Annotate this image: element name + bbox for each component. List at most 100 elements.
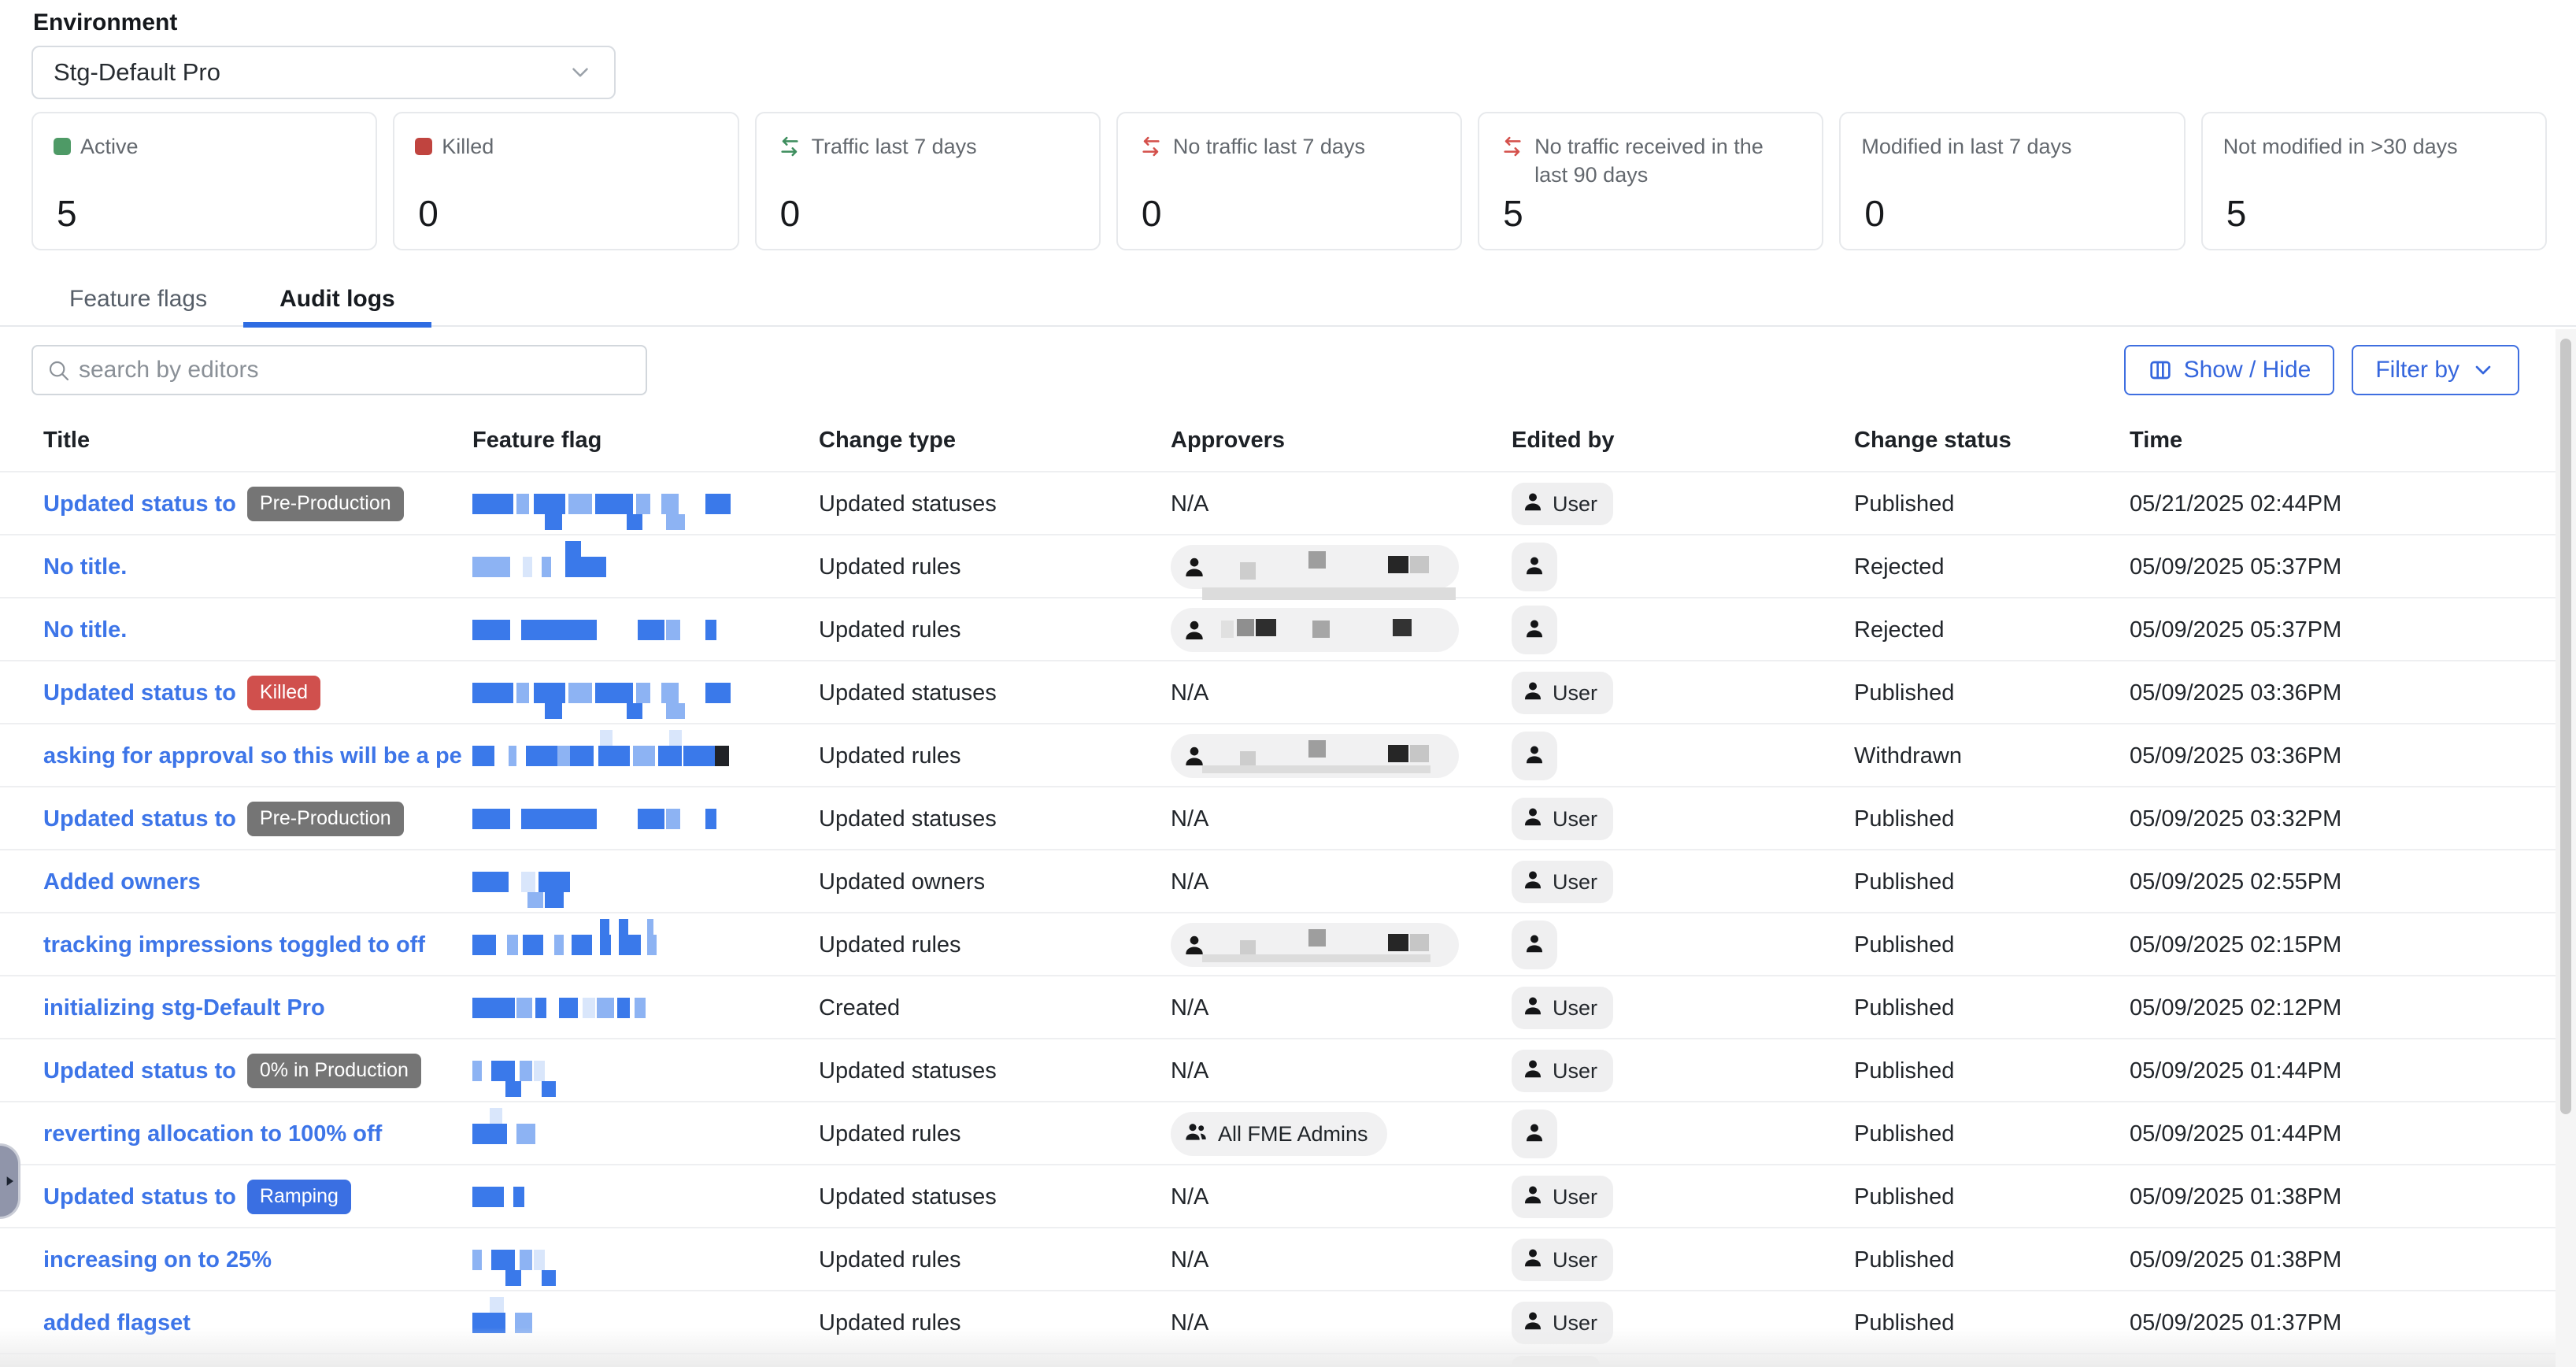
time-cell: 05/21/2025 02:44PM (2130, 491, 2551, 517)
approver-redacted-pill[interactable] (1171, 545, 1459, 589)
redaction-block (1308, 929, 1326, 947)
tab-audit-logs[interactable]: Audit logs (243, 276, 431, 326)
redaction-block (1388, 556, 1408, 573)
edited-by-avatar-pill[interactable] (1512, 606, 1557, 654)
sidebar-expand-handle[interactable] (0, 1143, 20, 1219)
audit-title-link[interactable]: asking for approval so this will be a pe (43, 743, 462, 769)
edited-by-user-pill[interactable]: User (1512, 798, 1613, 840)
audit-title-link[interactable]: Updated status to (43, 680, 236, 706)
edited-by-user-pill[interactable]: User (1512, 861, 1613, 903)
redaction-block (619, 935, 641, 955)
vertical-scrollbar-thumb[interactable] (2560, 339, 2571, 1114)
redaction-block (1410, 934, 1429, 951)
redaction-block (472, 557, 510, 577)
redaction-strip (1202, 954, 1430, 962)
redaction-block (513, 1187, 524, 1207)
redaction-block (559, 998, 578, 1018)
redaction-block (666, 620, 680, 640)
partial-next-row-pill (1512, 1356, 1600, 1367)
audit-title-cell: Added owners (43, 869, 472, 895)
stat-card-label: Active (54, 132, 355, 161)
redaction-block (647, 935, 657, 955)
redaction-block (619, 919, 628, 935)
feature-flag-redacted (472, 850, 819, 913)
time-cell: 05/09/2025 03:36PM (2130, 680, 2551, 706)
approvers-na: N/A (1171, 1310, 1208, 1336)
edited-by-user-pill[interactable]: User (1512, 483, 1613, 525)
audit-title-link[interactable]: initializing stg-Default Pro (43, 995, 325, 1021)
edited-by-avatar-pill[interactable] (1512, 543, 1557, 591)
edited-by-avatar-pill[interactable] (1512, 1110, 1557, 1158)
redaction-block (661, 683, 679, 703)
redaction-block (534, 1061, 545, 1081)
chevron-down-icon (567, 59, 594, 86)
approvers-cell: N/A (1171, 680, 1512, 706)
table-row: Added ownersUpdated ownersN/AUserPublish… (0, 850, 2576, 913)
redaction-block (507, 935, 518, 955)
change-status-cell: Published (1854, 932, 2130, 958)
person-icon (1521, 805, 1545, 834)
redaction-block (472, 998, 515, 1018)
change-status-cell: Published (1854, 1310, 2130, 1336)
search-input[interactable] (79, 357, 633, 383)
audit-title-link[interactable]: increasing on to 25% (43, 1247, 272, 1273)
approvers-cell (1171, 734, 1512, 778)
redaction-block (472, 1313, 505, 1333)
edited-by-cell: User (1512, 1050, 1854, 1092)
environment-select[interactable]: Stg-Default Pro (31, 46, 616, 99)
edited-by-cell: User (1512, 798, 1854, 840)
redaction-block (534, 1250, 545, 1270)
redaction-block (705, 809, 716, 829)
change-status-cell: Published (1854, 1058, 2130, 1084)
tab-feature-flags[interactable]: Feature flags (33, 276, 243, 326)
edited-by-user-pill[interactable]: User (1512, 672, 1613, 714)
edited-by-avatar-pill[interactable] (1512, 921, 1557, 969)
audit-title-link[interactable]: No title. (43, 617, 127, 643)
table-row: asking for approval so this will be a pe… (0, 724, 2576, 787)
show-hide-columns-button[interactable]: Show / Hide (2124, 345, 2335, 395)
edited-by-avatar-pill[interactable] (1512, 732, 1557, 780)
audit-title-link[interactable]: Added owners (43, 869, 201, 895)
approvers-cell: N/A (1171, 491, 1512, 517)
redaction-block (545, 703, 562, 719)
stat-card-value: 0 (418, 192, 439, 235)
redaction-block (472, 683, 513, 703)
table-row: No title.Updated rulesRejected05/09/2025… (0, 598, 2576, 661)
edited-by-user-pill[interactable]: User (1512, 1176, 1613, 1218)
audit-title-cell: Updated status toPre-Production (43, 802, 472, 836)
edited-by-user-pill[interactable]: User (1512, 1050, 1613, 1092)
audit-title-link[interactable]: Updated status to (43, 1058, 236, 1084)
redaction-block (597, 998, 614, 1018)
edited-by-user-pill[interactable]: User (1512, 1302, 1613, 1344)
approvers-cell: N/A (1171, 806, 1512, 832)
audit-title-cell: asking for approval so this will be a pe (43, 743, 472, 769)
audit-title-link[interactable]: No title. (43, 554, 127, 580)
feature-flag-redacted (472, 1039, 819, 1102)
column-header-approvers: Approvers (1171, 428, 1512, 454)
person-icon (1521, 1246, 1545, 1275)
audit-title-link[interactable]: added flagset (43, 1310, 191, 1336)
feature-flag-redacted (472, 1165, 819, 1228)
redaction-block (1312, 621, 1330, 638)
audit-title-link[interactable]: tracking impressions toggled to off (43, 932, 425, 958)
approver-group-pill[interactable]: All FME Admins (1171, 1112, 1387, 1156)
filter-by-button[interactable]: Filter by (2352, 345, 2519, 395)
redaction-block (523, 557, 532, 577)
redaction-block (542, 1081, 556, 1097)
approver-redacted-pill[interactable] (1171, 608, 1459, 652)
time-cell: 05/09/2025 01:44PM (2130, 1058, 2551, 1084)
approver-redacted-pill[interactable] (1171, 734, 1459, 778)
audit-title-cell: Updated status toKilled (43, 676, 472, 710)
edited-by-user-pill[interactable]: User (1512, 987, 1613, 1029)
redaction-block (595, 494, 633, 514)
table-row: Updated status toPre-ProductionUpdated s… (0, 787, 2576, 850)
audit-title-link[interactable]: Updated status to (43, 1184, 236, 1210)
time-cell: 05/09/2025 01:38PM (2130, 1247, 2551, 1273)
audit-title-link[interactable]: Updated status to (43, 806, 236, 832)
edited-by-user-pill[interactable]: User (1512, 1239, 1613, 1281)
redaction-block (635, 998, 646, 1018)
person-icon (1182, 554, 1207, 580)
approver-redacted-pill[interactable] (1171, 923, 1459, 967)
audit-title-link[interactable]: reverting allocation to 100% off (43, 1121, 382, 1147)
audit-title-link[interactable]: Updated status to (43, 491, 236, 517)
